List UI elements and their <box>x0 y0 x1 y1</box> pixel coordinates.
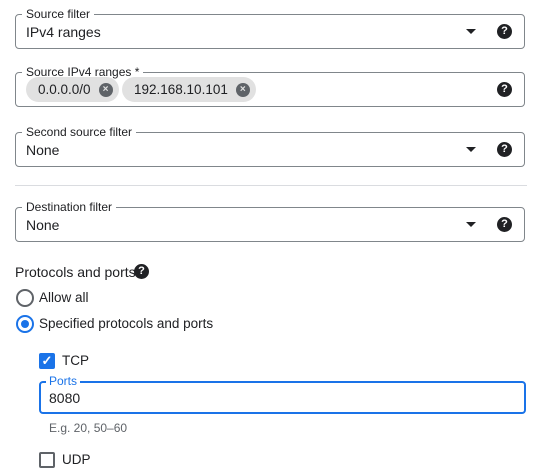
source-filter-select[interactable]: Source filter IPv4 ranges ? <box>15 6 525 49</box>
divider <box>15 185 527 186</box>
ports-value[interactable]: 8080 <box>49 390 80 406</box>
range-chip-label: 192.168.10.101 <box>134 82 228 97</box>
specified-protocols-radio[interactable] <box>16 315 34 333</box>
destination-filter-label: Destination filter <box>22 199 117 215</box>
range-chip-label: 0.0.0.0/0 <box>38 82 91 97</box>
help-icon[interactable]: ? <box>497 217 512 232</box>
help-icon[interactable]: ? <box>497 142 512 157</box>
ports-input[interactable]: Ports 8080 <box>39 374 526 414</box>
allow-all-radio[interactable] <box>16 289 34 307</box>
help-icon[interactable]: ? <box>497 82 512 97</box>
tcp-label[interactable]: TCP <box>62 353 89 369</box>
chevron-down-icon[interactable] <box>466 222 476 227</box>
chevron-down-icon[interactable] <box>466 29 476 34</box>
second-source-filter-select[interactable]: Second source filter None ? <box>15 124 525 167</box>
second-source-filter-label: Second source filter <box>22 124 137 140</box>
source-filter-value: IPv4 ranges <box>26 24 101 40</box>
tcp-checkbox[interactable]: ✓ <box>39 353 55 369</box>
allow-all-label[interactable]: Allow all <box>39 290 89 306</box>
protocols-title: Protocols and ports <box>15 264 136 280</box>
udp-label[interactable]: UDP <box>62 452 91 468</box>
chip-remove-icon[interactable]: × <box>98 83 113 97</box>
range-chip: 192.168.10.101 × <box>122 77 256 102</box>
source-filter-label: Source filter <box>22 6 95 22</box>
udp-checkbox[interactable] <box>39 452 55 468</box>
destination-filter-select[interactable]: Destination filter None ? <box>15 199 525 242</box>
chip-remove-icon[interactable]: × <box>235 83 250 97</box>
second-source-filter-value: None <box>26 142 60 158</box>
ports-label: Ports <box>46 374 81 388</box>
range-chip: 0.0.0.0/0 × <box>26 77 119 102</box>
help-icon[interactable]: ? <box>134 264 149 279</box>
specified-protocols-label[interactable]: Specified protocols and ports <box>39 316 213 332</box>
ports-hint: E.g. 20, 50–60 <box>49 421 128 435</box>
source-ipv4-ranges-field[interactable]: Source IPv4 ranges * 0.0.0.0/0 × 192.168… <box>15 64 525 107</box>
help-icon[interactable]: ? <box>497 24 512 39</box>
destination-filter-value: None <box>26 217 60 233</box>
chevron-down-icon[interactable] <box>466 147 476 152</box>
